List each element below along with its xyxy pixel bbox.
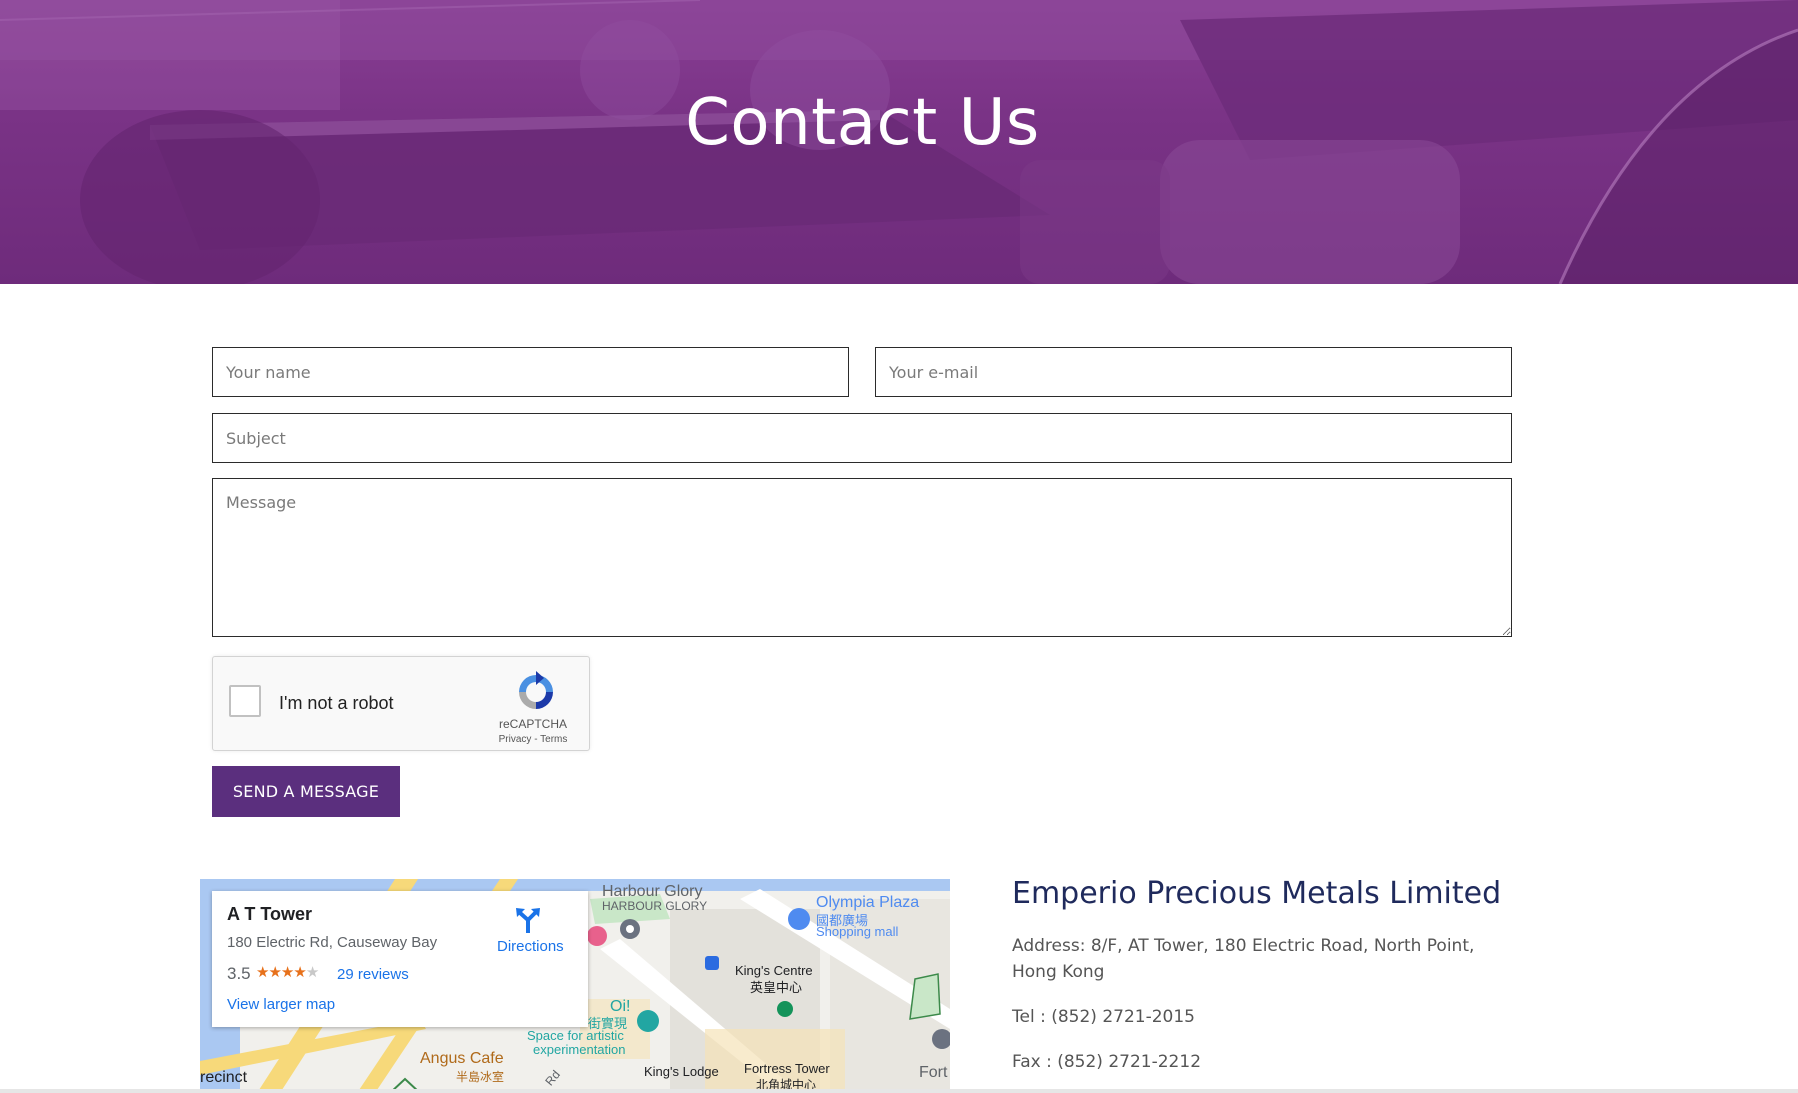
star-icon: ★: [256, 964, 269, 981]
company-address: Address: 8/F, AT Tower, 180 Electric Roa…: [1012, 936, 1475, 982]
directions-icon[interactable]: [515, 907, 541, 933]
star-icon: ★: [280, 964, 294, 981]
star-icon: ★: [268, 964, 281, 981]
recaptcha-brand: reCAPTCHA: [498, 717, 567, 731]
map-label-precinct: recinct: [200, 1069, 248, 1086]
map-label-fortress-tower: Fortress Tower: [744, 1061, 830, 1076]
send-message-button[interactable]: SEND A MESSAGE: [212, 766, 400, 817]
map-label-kings-centre-cn: 英皇中心: [750, 980, 803, 995]
map-label-fort: Fort: [919, 1064, 948, 1081]
company-name-heading: Emperio Precious Metals Limited: [1012, 876, 1502, 911]
map-label-angus-cafe-cn: 半島冰室: [456, 1070, 505, 1084]
map-rating-stars: ★★★★★: [256, 963, 319, 981]
map-place-address: 180 Electric Rd, Causeway Bay: [227, 934, 438, 951]
map-label-kings-lodge: King's Lodge: [644, 1064, 719, 1079]
message-textarea[interactable]: [212, 478, 1512, 637]
recaptcha-checkbox[interactable]: [229, 685, 261, 717]
subject-input[interactable]: [212, 413, 1512, 463]
map-place-name: A T Tower: [227, 904, 312, 924]
map-label-kings-centre: King's Centre: [735, 963, 813, 978]
map-label-shopping-mall: Shopping mall: [816, 924, 899, 939]
page-bottom-divider: [0, 1089, 1798, 1093]
map-label-experimentation: experimentation: [533, 1042, 626, 1057]
star-half-icon: ★: [293, 964, 306, 981]
recaptcha-privacy-terms-link[interactable]: Privacy - Terms: [485, 734, 581, 745]
email-input[interactable]: [875, 347, 1512, 397]
recaptcha-logo-icon: [519, 671, 553, 709]
google-map-embed[interactable]: Harbour Glory HARBOUR GLORY Olympia Plaz…: [200, 879, 950, 1093]
map-label-angus-cafe: Angus Cafe: [420, 1050, 504, 1067]
company-fax: Fax : (852) 2721-2212: [1012, 1052, 1202, 1072]
map-label-space-artistic: Space for artistic: [527, 1028, 624, 1043]
view-larger-map-link[interactable]: View larger map: [227, 996, 335, 1013]
star-empty-icon: ★: [305, 964, 319, 981]
recaptcha-label: I'm not a robot: [279, 693, 394, 713]
recaptcha-widget: I'm not a robot reCAPTCHA Privacy - Term…: [212, 656, 590, 751]
map-rating-value: 3.5: [227, 964, 251, 983]
map-label-harbour-glory-caps: HARBOUR GLORY: [602, 899, 708, 913]
directions-link[interactable]: Directions: [497, 938, 564, 955]
page-title: Contact Us: [685, 86, 1040, 160]
name-input[interactable]: [212, 347, 849, 397]
hero-banner: Contact Us: [0, 0, 1798, 284]
company-tel: Tel : (852) 2721-2015: [1012, 1007, 1195, 1027]
map-place-card: A T Tower 180 Electric Rd, Causeway Bay …: [212, 891, 588, 1027]
map-reviews-link[interactable]: 29 reviews: [337, 966, 409, 983]
